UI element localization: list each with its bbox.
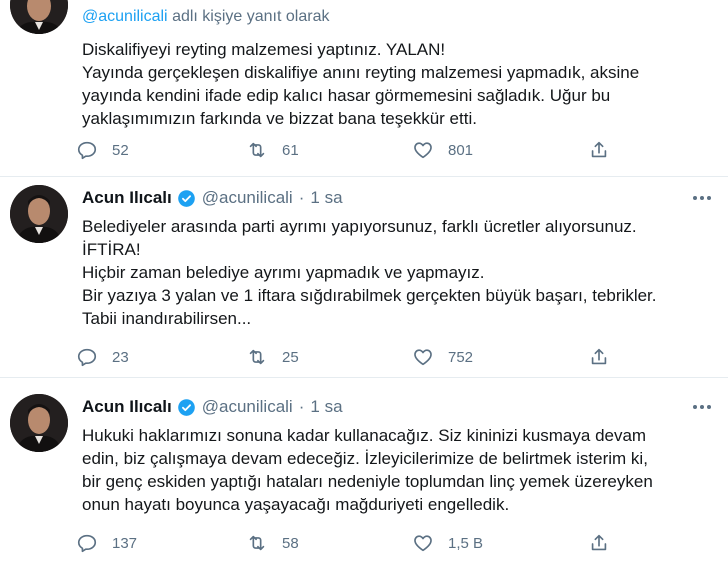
tweet-text: Belediyeler arasında parti ayrımı yapıyo… <box>82 215 712 330</box>
retweet-count: 25 <box>282 348 299 366</box>
retweet-count: 61 <box>282 141 299 159</box>
reply-to-handle-link[interactable]: @acunilicali <box>82 8 168 25</box>
like-count: 801 <box>448 141 474 159</box>
reply-button[interactable]: 52 <box>76 138 129 162</box>
avatar[interactable] <box>10 0 68 34</box>
like-button[interactable]: 752 <box>412 345 473 369</box>
author-name[interactable]: Acun Ilıcalı <box>82 188 172 208</box>
author-handle[interactable]: @acunilicali <box>202 188 293 208</box>
tweet-text-line: Hiçbir zaman belediye ayrımı yapmadık ve… <box>82 263 485 282</box>
like-icon <box>414 349 432 366</box>
author-handle[interactable]: @acunilicali <box>202 397 293 417</box>
tweet-text-line: Belediyeler arasında parti ayrımı yapıyo… <box>82 217 637 236</box>
verified-badge-icon <box>177 398 195 416</box>
tweet-text-line: edin, biz çalışmaya devam edeceğiz. İzle… <box>82 449 648 468</box>
avatar-image <box>10 394 68 452</box>
retweet-icon <box>249 142 265 158</box>
reply-icon <box>77 534 97 553</box>
separator-dot: · <box>298 397 305 416</box>
tweet-text-line: Tabii inandırabilirsen... <box>82 309 252 328</box>
share-button[interactable] <box>588 345 610 369</box>
share-icon <box>591 348 607 365</box>
more-options-button[interactable] <box>690 187 714 209</box>
retweet-icon <box>249 535 265 551</box>
author-name[interactable]: Acun Ilıcalı <box>82 397 172 417</box>
tweet[interactable]: Acun Ilıcalı @acunilicali · 1 sa Hukuki … <box>0 378 728 565</box>
retweet-icon <box>249 349 265 365</box>
tweet-header: Acun Ilıcalı @acunilicali · 1 sa <box>82 187 343 209</box>
avatar[interactable] <box>10 394 68 452</box>
share-button[interactable] <box>588 531 610 555</box>
more-options-button[interactable] <box>690 396 714 418</box>
like-button[interactable]: 801 <box>412 138 473 162</box>
tweet-text-line: onun hayatı boyunca yaşayacağı mağduriye… <box>82 495 510 514</box>
avatar-image <box>10 185 68 243</box>
reply-context: @acunilicali adlı kişiye yanıt olarak <box>82 8 329 26</box>
reply-to-label: adlı kişiye yanıt olarak <box>172 8 330 25</box>
like-icon <box>414 535 432 552</box>
avatar-image <box>10 0 68 34</box>
retweet-count: 58 <box>282 534 299 552</box>
like-icon <box>414 142 432 159</box>
tweet-header: Acun Ilıcalı @acunilicali · 1 sa <box>82 396 343 418</box>
tweet-text-line: Hukuki haklarımızı sonuna kadar kullanac… <box>82 426 647 445</box>
reply-button[interactable]: 23 <box>76 345 129 369</box>
retweet-button[interactable]: 58 <box>246 531 299 555</box>
share-button[interactable] <box>588 138 610 162</box>
retweet-button[interactable]: 61 <box>246 138 299 162</box>
tweet-actions: 52 61 801 <box>76 138 636 162</box>
reply-count: 52 <box>112 141 129 159</box>
tweet-text: Diskalifiyeyi reyting malzemesi yaptınız… <box>82 38 712 130</box>
reply-button[interactable]: 137 <box>76 531 137 555</box>
reply-icon <box>77 141 97 160</box>
more-icon <box>693 196 711 200</box>
tweet[interactable]: @acunilicali adlı kişiye yanıt olarak Di… <box>0 0 728 176</box>
tweet-actions: 137 58 1,5 B <box>76 531 636 555</box>
tweet-timestamp[interactable]: 1 sa <box>310 397 342 417</box>
like-button[interactable]: 1,5 B <box>412 531 483 555</box>
tweet-text-line: Diskalifiyeyi reyting malzemesi yaptınız… <box>82 40 446 59</box>
verified-badge-icon <box>177 189 195 207</box>
tweet-text-line: yayında kendini ifade edip kalıcı hasar … <box>82 86 611 105</box>
separator-dot: · <box>298 188 305 207</box>
more-icon <box>693 405 711 409</box>
tweet-actions: 23 25 752 <box>76 345 636 369</box>
tweet-text-line: bir genç eskiden yaptığı hataları nedeni… <box>82 472 653 491</box>
tweet-text-line: Bir yazıya 3 yalan ve 1 iftara sığdırabi… <box>82 286 657 305</box>
tweet-timestamp[interactable]: 1 sa <box>310 188 342 208</box>
share-icon <box>591 534 607 551</box>
like-count: 1,5 B <box>448 534 484 552</box>
reply-icon <box>77 348 97 367</box>
tweet-text-line: yaklaşımımızın farkında ve bizzat bana t… <box>82 109 477 128</box>
tweet[interactable]: Acun Ilıcalı @acunilicali · 1 sa Belediy… <box>0 177 728 377</box>
like-count: 752 <box>448 348 474 366</box>
tweet-text-line: Yayında gerçekleşen diskalifiye anını re… <box>82 63 640 82</box>
avatar[interactable] <box>10 185 68 243</box>
share-icon <box>591 141 607 158</box>
reply-count: 137 <box>112 534 138 552</box>
tweet-text: Hukuki haklarımızı sonuna kadar kullanac… <box>82 424 712 516</box>
tweet-text-line: İFTİRA! <box>82 240 141 259</box>
retweet-button[interactable]: 25 <box>246 345 299 369</box>
reply-count: 23 <box>112 348 129 366</box>
